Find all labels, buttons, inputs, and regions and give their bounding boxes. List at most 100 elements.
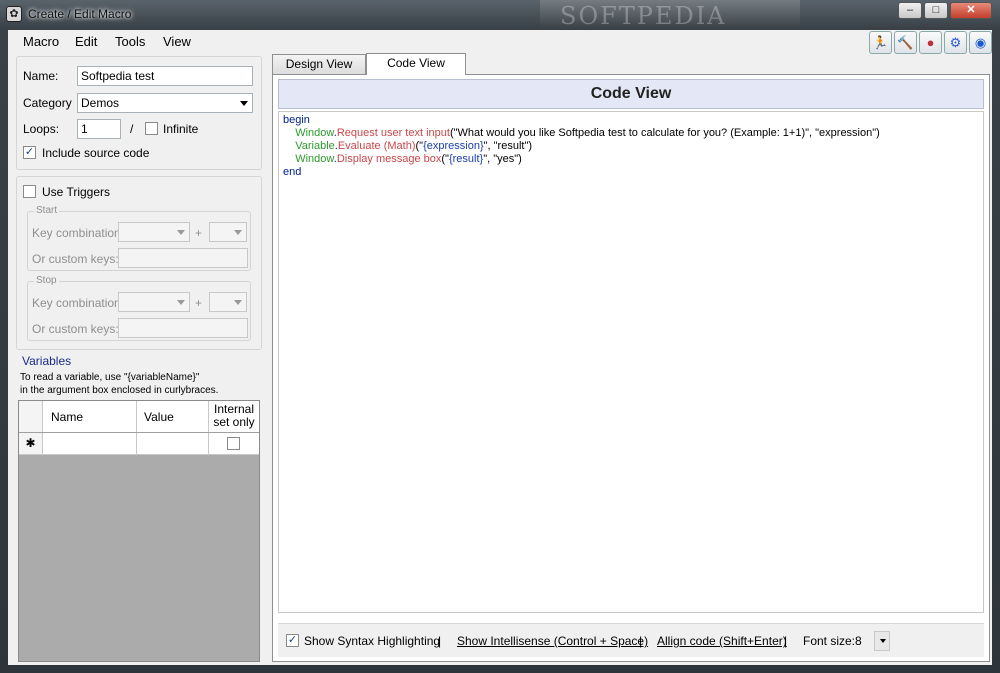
- run-icon[interactable]: 🏃: [869, 31, 892, 54]
- menu-bar: Macro Edit Tools View 🏃 🔨 ● ⚙ ◉: [8, 30, 992, 54]
- stop-title: Stop: [34, 275, 59, 286]
- name-label: Name:: [23, 69, 59, 83]
- code-editor[interactable]: begin Window.Request user text input("Wh…: [278, 111, 984, 613]
- grid-header: Name Value Internal set only: [19, 401, 259, 433]
- new-row-value-cell[interactable]: [137, 433, 209, 454]
- loops-field[interactable]: 1: [77, 119, 121, 139]
- app-window: SOFTPEDIA ✿ Create / Edit Macro – □ ✕ Ma…: [0, 0, 1000, 673]
- variables-title: Variables: [22, 354, 72, 368]
- stop-key2-select[interactable]: [209, 292, 247, 312]
- toolbar: 🏃 🔨 ● ⚙ ◉: [869, 31, 992, 54]
- category-select[interactable]: Demos: [77, 93, 253, 113]
- title-bar[interactable]: SOFTPEDIA ✿ Create / Edit Macro – □ ✕: [0, 0, 1000, 30]
- minimize-button[interactable]: –: [898, 2, 922, 19]
- code-line: Window.Request user text input("What wou…: [283, 127, 979, 140]
- stop-trigger-group: Stop Key combination: + Or custom keys:: [27, 275, 251, 341]
- code-line: Variable.Evaluate (Math)("{expression}",…: [283, 140, 979, 153]
- show-intellisense-link[interactable]: Show Intellisense (Control + Space): [457, 634, 648, 648]
- menu-tools[interactable]: Tools: [115, 34, 145, 49]
- code-token: {result}: [448, 153, 484, 165]
- infinite-checkbox[interactable]: [145, 122, 158, 135]
- code-token: end: [283, 166, 302, 178]
- name-field[interactable]: Softpedia test: [77, 66, 253, 86]
- code-view-header: Code View: [278, 79, 984, 109]
- stop-custom-keys-label: Or custom keys:: [32, 322, 119, 336]
- stop-key-combination-label: Key combination:: [32, 296, 125, 310]
- start-trigger-group: Start Key combination: + Or custom keys:: [27, 205, 251, 271]
- chevron-down-icon: [177, 230, 185, 235]
- separator: |: [639, 634, 643, 648]
- settings-icon[interactable]: ⚙: [944, 31, 967, 54]
- separator: |: [784, 634, 788, 648]
- code-options-bar: ✓ Show Syntax Highlighting | Show Intell…: [278, 623, 984, 657]
- close-button[interactable]: ✕: [950, 2, 992, 19]
- loops-label: Loops:: [23, 122, 60, 136]
- category-value: Demos: [81, 96, 120, 110]
- start-key-combination-label: Key combination:: [32, 226, 125, 240]
- code-line: Window.Display message box("{result}", "…: [283, 153, 979, 166]
- chevron-down-icon: [880, 639, 886, 643]
- column-internal[interactable]: Internal set only: [209, 401, 259, 432]
- watermark-logo: SOFTPEDIA: [560, 2, 727, 30]
- stop-custom-keys-field[interactable]: [118, 318, 248, 338]
- triggers-group: Use Triggers Start Key combination: + Or…: [16, 176, 262, 350]
- code-token: ("What would you like Softpedia test to …: [449, 127, 880, 139]
- start-custom-keys-field[interactable]: [118, 248, 248, 268]
- menu-macro[interactable]: Macro: [23, 34, 59, 49]
- tab-design-view[interactable]: Design View: [272, 54, 366, 74]
- code-token: Display message box: [336, 153, 442, 165]
- syntax-highlighting-label: Show Syntax Highlighting: [304, 634, 441, 648]
- syntax-highlighting-checkbox[interactable]: ✓: [286, 634, 299, 647]
- window-controls: – □ ✕: [898, 2, 992, 19]
- app-icon: ✿: [6, 6, 22, 22]
- code-token: (": [441, 153, 449, 165]
- new-row-name-cell[interactable]: [43, 433, 137, 454]
- hammer-icon[interactable]: 🔨: [894, 31, 917, 54]
- code-token: Window: [295, 153, 334, 165]
- use-triggers-label: Use Triggers: [42, 185, 111, 199]
- chevron-down-icon: [234, 230, 242, 235]
- variables-grid: Name Value Internal set only ✱: [18, 400, 260, 662]
- code-token: ", "result"): [483, 140, 533, 152]
- code-line: begin: [283, 114, 979, 127]
- code-token: Evaluate (Math): [337, 140, 416, 152]
- column-value[interactable]: Value: [137, 401, 209, 432]
- new-row-marker: ✱: [19, 433, 43, 454]
- code-token: Window: [295, 127, 334, 139]
- code-token: Variable: [295, 140, 335, 152]
- new-row-internal-checkbox[interactable]: [227, 437, 240, 450]
- use-triggers-checkbox[interactable]: [23, 185, 36, 198]
- stop-key-select[interactable]: [118, 292, 190, 312]
- start-key-select[interactable]: [118, 222, 190, 242]
- start-key2-select[interactable]: [209, 222, 247, 242]
- code-token: {expression}: [423, 140, 484, 152]
- variables-hint-line2: in the argument box enclosed in curlybra…: [20, 385, 219, 396]
- code-token: (": [415, 140, 424, 152]
- start-custom-keys-label: Or custom keys:: [32, 252, 119, 266]
- tab-code-view[interactable]: Code View: [366, 53, 466, 75]
- menu-edit[interactable]: Edit: [75, 34, 97, 49]
- window-title: Create / Edit Macro: [28, 7, 132, 21]
- loops-separator: /: [130, 122, 134, 136]
- code-token: begin: [283, 114, 310, 126]
- record-icon[interactable]: ●: [919, 31, 942, 54]
- menu-view[interactable]: View: [163, 34, 191, 49]
- font-size-label: Font size:: [803, 634, 856, 648]
- include-source-label: Include source code: [42, 146, 150, 160]
- chevron-down-icon: [177, 300, 185, 305]
- table-row[interactable]: ✱: [19, 433, 259, 455]
- font-size-dropdown[interactable]: [874, 631, 890, 651]
- column-name[interactable]: Name: [43, 401, 137, 432]
- font-size-value: 8: [855, 634, 862, 648]
- align-code-link[interactable]: Allign code (Shift+Enter): [657, 634, 787, 648]
- maximize-button[interactable]: □: [924, 2, 948, 19]
- code-line: end: [283, 166, 979, 179]
- include-source-checkbox[interactable]: ✓: [23, 146, 36, 159]
- code-view-page: Code View begin Window.Request user text…: [272, 74, 990, 662]
- macro-settings-group: Name: Softpedia test Category Demos Loop…: [16, 56, 262, 170]
- chevron-down-icon: [234, 300, 242, 305]
- help-icon[interactable]: ◉: [969, 31, 992, 54]
